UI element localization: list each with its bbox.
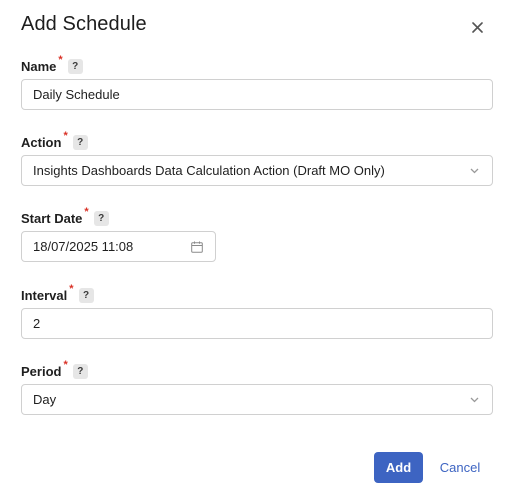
name-input[interactable]: Daily Schedule [21,79,493,110]
chevron-down-icon [467,164,481,178]
start-date-picker[interactable]: 18/07/2025 11:08 [21,231,216,262]
required-marker: * [69,283,74,295]
close-button[interactable] [468,18,486,36]
start-date-help-icon[interactable]: ? [93,210,109,226]
add-schedule-dialog: Add Schedule Name * ? Daily Schedule Act… [0,0,511,494]
start-date-label-row: Start Date * ? [21,206,109,227]
close-icon [471,21,483,33]
period-help-icon[interactable]: ? [72,363,88,379]
calendar-icon[interactable] [190,240,204,254]
name-label-row: Name * ? [21,54,83,75]
required-marker: * [63,359,68,371]
interval-help-icon[interactable]: ? [78,287,94,303]
chevron-down-icon [467,393,481,407]
action-select-value: Insights Dashboards Data Calculation Act… [33,163,385,178]
name-help-icon[interactable]: ? [67,58,83,74]
interval-label-row: Interval * ? [21,283,94,304]
start-date-value: 18/07/2025 11:08 [33,239,134,254]
required-marker: * [63,130,68,142]
action-help-icon[interactable]: ? [72,134,88,150]
name-input-value: Daily Schedule [33,87,120,102]
interval-input-value: 2 [33,316,41,331]
name-label: Name [21,58,57,74]
required-marker: * [58,54,63,66]
action-select[interactable]: Insights Dashboards Data Calculation Act… [21,155,493,186]
interval-input[interactable]: 2 [21,308,493,339]
period-select-value: Day [33,392,57,407]
action-label-row: Action * ? [21,130,88,151]
period-label-row: Period * ? [21,359,88,380]
cancel-button[interactable]: Cancel [434,452,486,483]
dialog-title: Add Schedule [21,13,147,35]
period-select[interactable]: Day [21,384,493,415]
action-label: Action [21,134,62,150]
period-label: Period [21,363,62,379]
start-date-label: Start Date [21,210,83,226]
add-button[interactable]: Add [374,452,423,483]
interval-label: Interval [21,287,68,303]
required-marker: * [84,206,89,218]
